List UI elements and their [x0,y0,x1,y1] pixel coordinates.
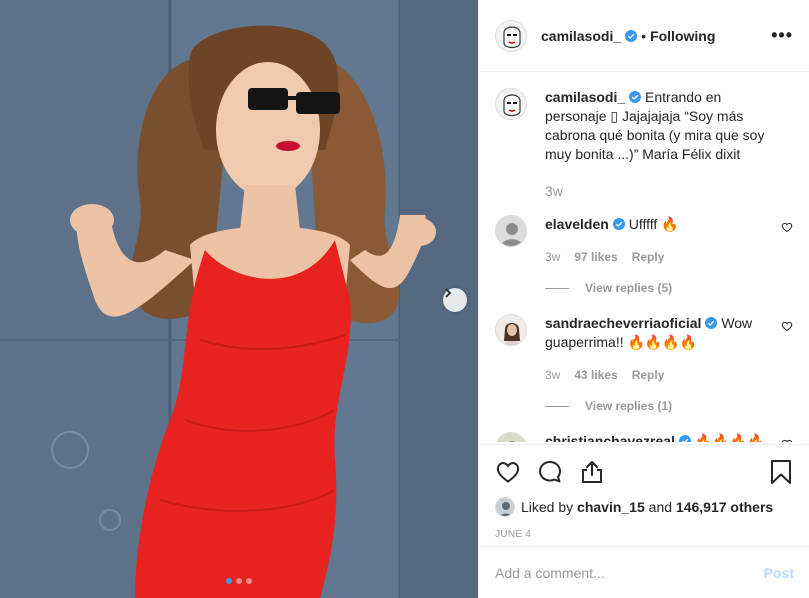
comment-likes[interactable]: 97 likes [574,248,617,267]
comment-icon[interactable] [537,459,563,485]
comment-body: sandraecheverriaoficial Wow guaperrima!!… [545,314,793,416]
header-separator: • [641,27,647,44]
photo-illustration [0,0,478,598]
reply-button[interactable]: Reply [632,248,665,267]
comment-username[interactable]: sandraecheverriaoficial [545,315,701,331]
view-replies-button[interactable]: View replies (1) [545,397,773,416]
comment: elavelden Ufffff 🔥 3w 97 likes Reply Vie… [495,215,793,298]
avatar[interactable] [495,497,515,517]
add-comment-bar: Post [479,546,809,598]
chevron-right-icon [445,288,452,298]
next-photo-button[interactable] [443,288,467,312]
caption-meta: 3w [545,182,773,201]
avatar-face-icon [496,89,526,119]
comment-likes[interactable]: 43 likes [574,366,617,385]
comment: sandraecheverriaoficial Wow guaperrima!!… [495,314,793,416]
avatar-photo-icon [496,216,526,246]
view-replies-button[interactable]: View replies (5) [545,279,773,298]
post-header: camilasodi_ • Following ••• [479,0,809,72]
post-comment-button[interactable]: Post [764,565,794,581]
heart-icon[interactable] [781,221,793,233]
view-replies-label: View replies (1) [585,399,673,413]
comment-username[interactable]: elavelden [545,216,609,232]
likes-count-link[interactable]: 146,917 others [676,499,773,515]
comment-username[interactable]: christianchavezreal [545,433,675,442]
comment-time[interactable]: 3w [545,248,560,267]
verified-badge-icon [612,218,625,230]
comment-meta: 3w 97 likes Reply [545,248,773,267]
post-author-username[interactable]: camilasodi_ [541,28,621,44]
bookmark-icon[interactable] [768,459,794,485]
comment-time[interactable]: 3w [545,366,560,385]
post-actions: Liked by chavin_15 and 146,917 others JU… [479,444,809,540]
comment-body: elavelden Ufffff 🔥 3w 97 likes Reply Vie… [545,215,793,298]
avatar[interactable] [495,314,527,346]
post-date[interactable]: JUNE 4 [479,517,809,540]
carousel-dot [236,578,242,584]
carousel-indicator [226,578,252,584]
heart-icon[interactable] [781,438,793,442]
verified-badge-icon [629,91,642,103]
comment: christianchavezreal 🔥🔥🔥🔥🔥 [495,432,793,442]
caption-username[interactable]: camilasodi_ [545,89,625,105]
avatar-photo-icon [496,498,514,516]
verified-badge-icon [678,435,691,442]
post-side-panel: camilasodi_ • Following ••• camilasodi_ … [478,0,809,598]
action-icons [479,445,809,489]
avatar[interactable] [495,19,527,52]
caption: camilasodi_ Entrando en personaje ▯ Jaja… [495,88,793,201]
comment-text-wrap: sandraecheverriaoficial Wow guaperrima!!… [545,314,773,352]
replies-divider [545,288,569,289]
avatar[interactable] [495,432,527,442]
likes-summary: Liked by chavin_15 and 146,917 others [479,489,809,517]
following-button[interactable]: Following [650,28,715,44]
share-icon[interactable] [579,459,605,485]
heart-icon[interactable] [495,459,521,485]
avatar[interactable] [495,215,527,247]
carousel-dot [226,578,232,584]
avatar[interactable] [495,88,527,120]
heart-icon[interactable] [781,320,793,332]
comment-text-wrap: christianchavezreal 🔥🔥🔥🔥🔥 [545,432,773,442]
likes-prefix: Liked by [521,499,574,515]
comments-list[interactable]: camilasodi_ Entrando en personaje ▯ Jaja… [479,72,809,442]
carousel-dot [246,578,252,584]
post-photo[interactable] [0,0,478,598]
likes-user-link[interactable]: chavin_15 [577,499,645,515]
add-comment-input[interactable] [495,564,764,581]
comment-text: Ufffff 🔥 [628,216,679,232]
likes-mid: and [648,499,673,515]
avatar-face-icon [496,20,526,51]
caption-text-wrap: camilasodi_ Entrando en personaje ▯ Jaja… [545,88,773,164]
comment-text-wrap: elavelden Ufffff 🔥 [545,215,773,234]
avatar-photo-icon [496,315,526,345]
caption-time[interactable]: 3w [545,182,563,201]
view-replies-label: View replies (5) [585,281,673,295]
replies-divider [545,406,569,407]
instagram-post-view: camilasodi_ • Following ••• camilasodi_ … [0,0,809,598]
avatar-photo-icon [496,433,526,442]
more-options-button[interactable]: ••• [771,25,793,46]
comment-body: christianchavezreal 🔥🔥🔥🔥🔥 [545,432,793,442]
verified-badge-icon [625,29,638,42]
reply-button[interactable]: Reply [632,366,665,385]
comment-meta: 3w 43 likes Reply [545,366,773,385]
caption-body: camilasodi_ Entrando en personaje ▯ Jaja… [545,88,793,201]
verified-badge-icon [705,317,718,329]
